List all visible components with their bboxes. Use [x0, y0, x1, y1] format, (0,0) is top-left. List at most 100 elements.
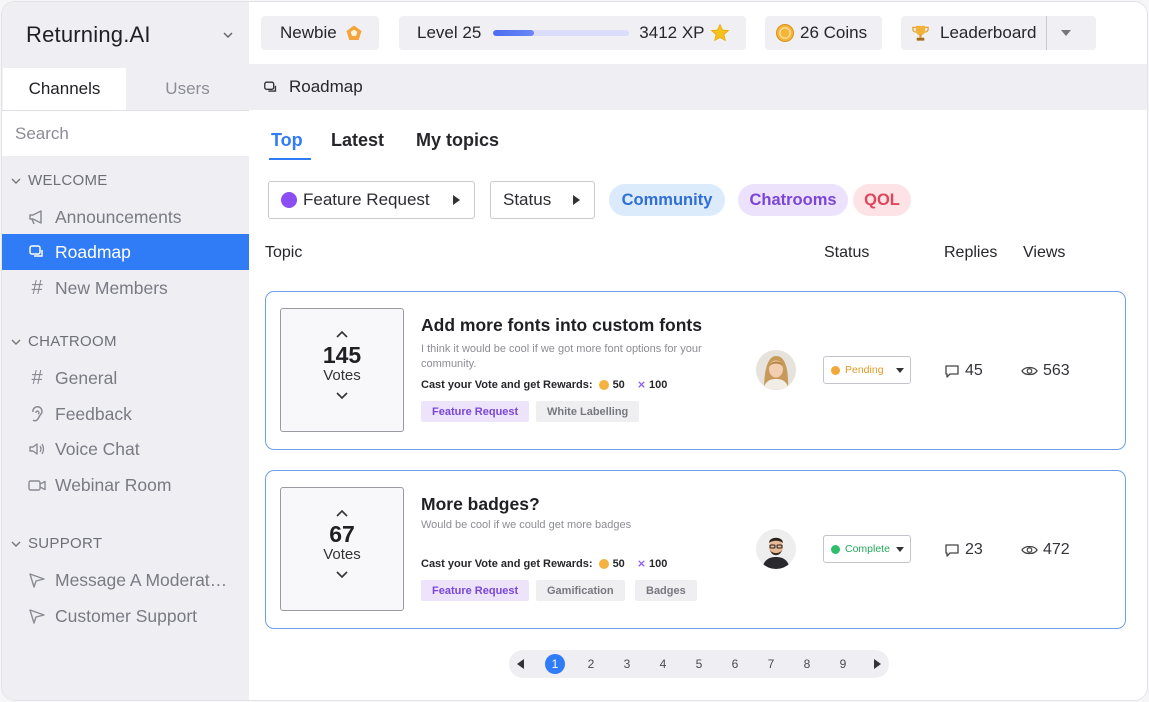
page-5[interactable]: 5 [689, 654, 709, 674]
topic-card[interactable]: 145 Votes Add more fonts into custom fon… [265, 291, 1126, 450]
next-page-icon[interactable] [874, 659, 881, 669]
prev-page-icon[interactable] [517, 659, 524, 669]
sidebar-item-roadmap[interactable]: Roadmap [2, 234, 249, 270]
sidebar-item-message-moderator[interactable]: Message A Moderat… [2, 562, 249, 598]
comment-icon [945, 365, 959, 378]
sidebar-item-label: Voice Chat [55, 438, 140, 459]
sidebar-item-general[interactable]: # General [2, 360, 249, 396]
downvote-icon[interactable] [335, 391, 349, 401]
replies-count[interactable]: 45 [944, 362, 983, 380]
level-label: Level 25 [417, 23, 482, 42]
chevron-down-icon [11, 541, 21, 547]
section-chatroom[interactable]: CHATROOM [10, 333, 117, 350]
tag-white-labelling[interactable]: White Labelling [536, 401, 640, 422]
column-topic: Topic [265, 244, 303, 261]
star-icon [710, 23, 729, 42]
tab-my-topics[interactable]: My topics [416, 130, 499, 151]
replies-count[interactable]: 23 [944, 541, 983, 559]
sidebar-item-voice-chat[interactable]: Voice Chat [2, 431, 249, 467]
votes-label: Votes [323, 546, 361, 563]
rank-pentagon-icon [346, 25, 362, 40]
tab-top[interactable]: Top [271, 130, 303, 151]
caret-right-icon [573, 195, 580, 205]
page-8[interactable]: 8 [797, 654, 817, 674]
page-3[interactable]: 3 [617, 654, 637, 674]
tab-users[interactable]: Users [126, 68, 249, 110]
xp-icon: ⨯ [636, 558, 647, 570]
rank-label: Newbie [280, 23, 337, 42]
chevron-down-icon[interactable] [221, 28, 235, 42]
section-title: SUPPORT [28, 535, 103, 552]
sidebar-search [2, 110, 249, 156]
reward-xp: 100 [649, 557, 668, 570]
reward-coins: 50 [612, 378, 625, 391]
search-input[interactable] [15, 124, 235, 144]
status-dot [831, 365, 840, 375]
status-filter[interactable]: Status [490, 181, 595, 219]
tab-channels[interactable]: Channels [3, 68, 126, 110]
top-bar: Newbie Level 25 3412 XP 26 Coins Leaderb… [249, 2, 1147, 64]
author-avatar[interactable] [756, 350, 796, 390]
sidebar: Returning.AI Channels Users WELCOME Anno… [2, 2, 249, 700]
vote-count: 145 [322, 342, 362, 368]
page-9[interactable]: 9 [833, 654, 853, 674]
section-support[interactable]: SUPPORT [10, 535, 102, 552]
vote-box: 145 Votes [280, 308, 404, 432]
status-dot [831, 544, 840, 554]
brand-name: Returning.AI [26, 22, 151, 47]
column-replies: Replies [944, 244, 998, 261]
topic-card[interactable]: 67 Votes More badges? Would be cool if w… [265, 470, 1126, 629]
topic-title[interactable]: Add more fonts into custom fonts [421, 315, 702, 336]
send-icon [26, 570, 48, 590]
section-welcome[interactable]: WELCOME [10, 172, 108, 189]
filter-label: Status [503, 190, 552, 209]
sidebar-item-feedback[interactable]: Feedback [2, 396, 249, 432]
page-1[interactable]: 1 [545, 654, 565, 674]
chip-community[interactable]: Community [609, 184, 725, 216]
sidebar-tabs: Channels Users [2, 68, 249, 110]
roadmap-icon [26, 242, 48, 262]
eye-icon [1021, 545, 1038, 555]
status-dropdown[interactable]: Pending [823, 356, 911, 384]
coins-balance[interactable]: 26 Coins [765, 16, 882, 50]
column-views: Views [1023, 244, 1066, 261]
xp-icon: ⨯ [636, 379, 647, 391]
upvote-icon[interactable] [335, 329, 349, 339]
tag-feature-request[interactable]: Feature Request [421, 580, 530, 601]
tag-feature-request[interactable]: Feature Request [421, 401, 530, 422]
status-dropdown[interactable]: Complete [823, 535, 911, 563]
views-value: 472 [1043, 541, 1070, 558]
leaderboard-menu[interactable]: Leaderboard [901, 16, 1096, 50]
tag-gamification[interactable]: Gamification [536, 580, 625, 601]
sidebar-item-new-members[interactable]: # New Members [2, 270, 249, 306]
leaderboard-label: Leaderboard [940, 23, 1037, 42]
chip-qol[interactable]: QOL [853, 184, 911, 216]
rank-badge[interactable]: Newbie [261, 16, 379, 50]
page-header: Roadmap [249, 64, 1147, 110]
topic-title[interactable]: More badges? [421, 494, 540, 515]
pagination: 1 2 3 4 5 6 7 8 9 [509, 650, 889, 678]
downvote-icon[interactable] [335, 570, 349, 580]
caret-down-icon[interactable] [1059, 28, 1073, 38]
sidebar-item-customer-support[interactable]: Customer Support [2, 598, 249, 634]
views-value: 563 [1043, 362, 1070, 379]
tab-latest[interactable]: Latest [331, 130, 384, 151]
page-6[interactable]: 6 [725, 654, 745, 674]
topic-description: I think it would be cool if we got more … [421, 343, 702, 370]
trophy-icon [912, 25, 929, 41]
category-filter[interactable]: Feature Request [268, 181, 475, 219]
chevron-down-icon [11, 178, 21, 184]
page-2[interactable]: 2 [581, 654, 601, 674]
sidebar-item-label: Feedback [55, 403, 132, 424]
ear-icon [26, 404, 48, 424]
page-4[interactable]: 4 [653, 654, 673, 674]
sidebar-item-webinar-room[interactable]: Webinar Room [2, 467, 249, 503]
page-7[interactable]: 7 [761, 654, 781, 674]
status-label: Complete [845, 543, 890, 555]
sidebar-item-label: Customer Support [55, 605, 198, 626]
upvote-icon[interactable] [335, 508, 349, 518]
chip-chatrooms[interactable]: Chatrooms [738, 184, 848, 216]
tag-badges[interactable]: Badges [635, 580, 697, 601]
sidebar-item-announcements[interactable]: Announcements [2, 199, 249, 235]
author-avatar[interactable] [756, 529, 796, 569]
